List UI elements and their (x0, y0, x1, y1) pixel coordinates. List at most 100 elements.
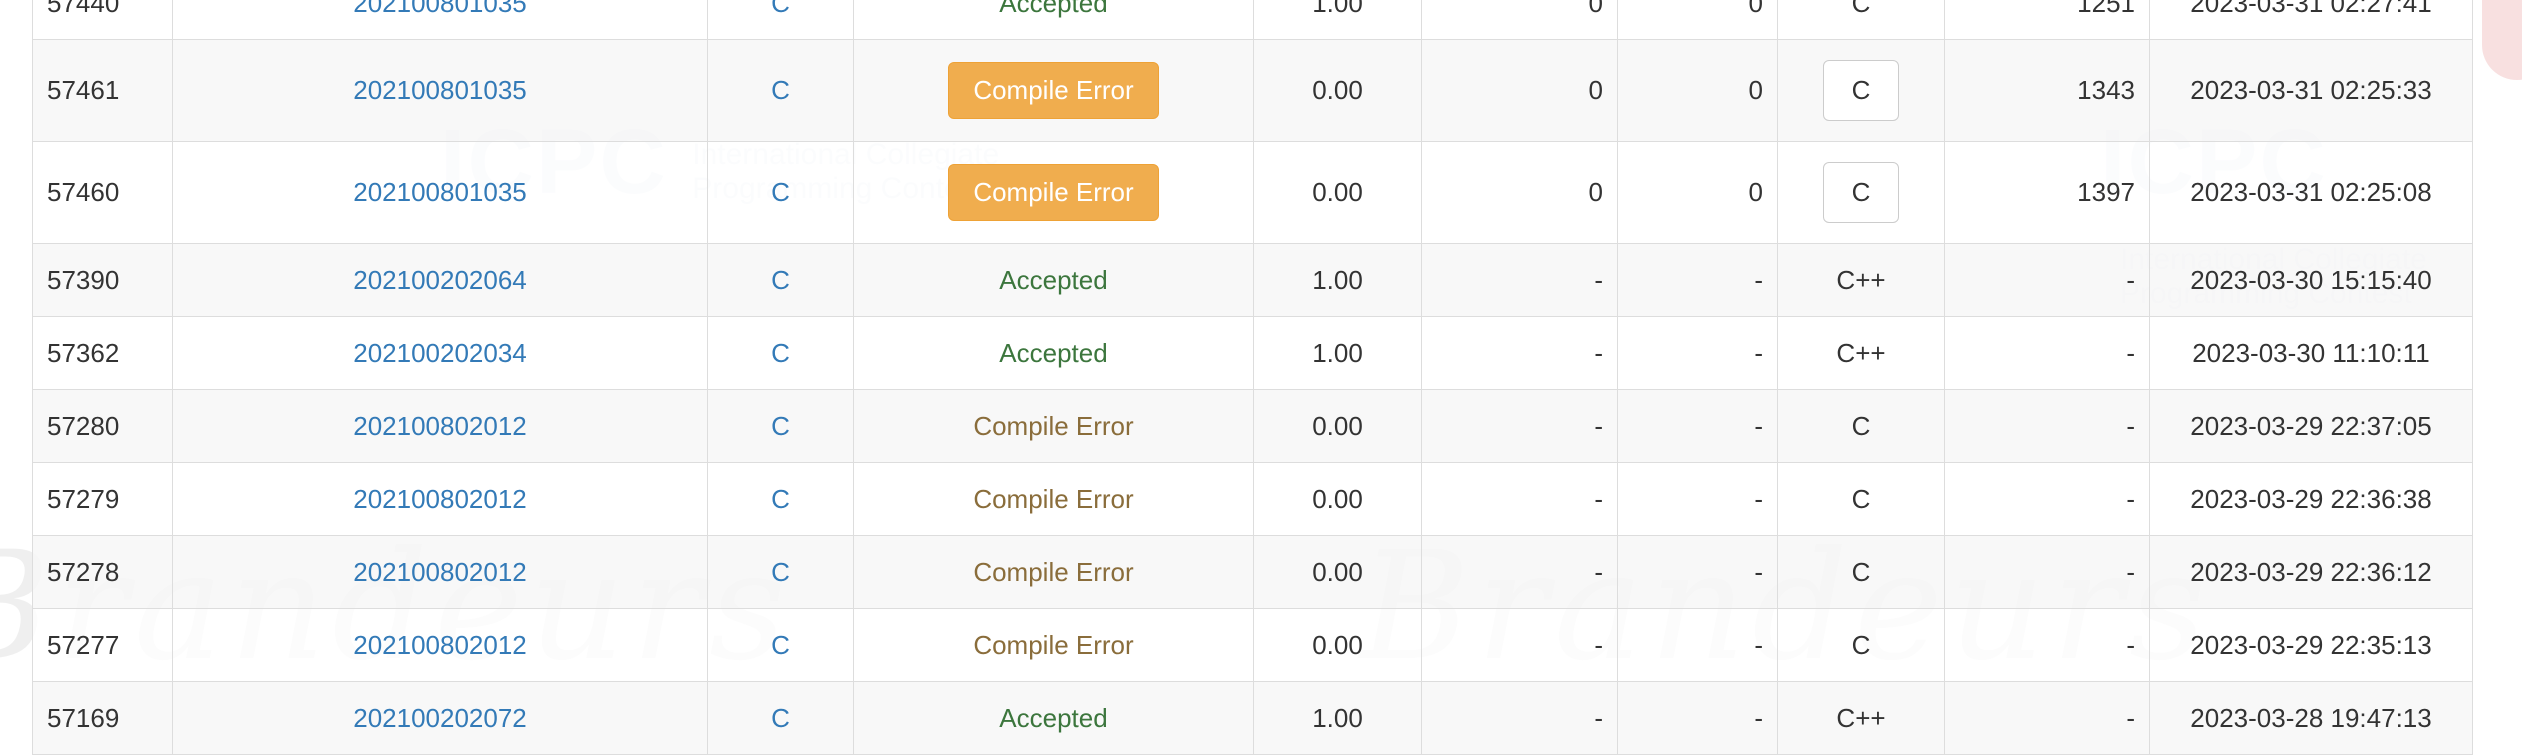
score-cell: 0.00 (1253, 462, 1422, 536)
result-cell: Compile Error (853, 535, 1254, 609)
score-cell: 1.00 (1253, 316, 1422, 390)
table-row: 57461 202100801035 C Compile Error 0.00 0 0 C 13… (32, 39, 2473, 142)
problem-link[interactable]: C (771, 338, 790, 368)
user-link[interactable]: 202100202034 (353, 338, 527, 368)
memory-cell: 0 (1617, 39, 1778, 142)
problem-link[interactable]: C (771, 557, 790, 587)
run-id-cell: 57277 (32, 608, 173, 682)
code-length-cell: - (1944, 681, 2150, 755)
memory: - (1754, 264, 1763, 295)
problem-link[interactable]: C (771, 703, 790, 733)
score: 0.00 (1312, 556, 1363, 587)
user-cell: 202100801035 (172, 39, 708, 142)
run-time: - (1594, 337, 1603, 368)
code-length-cell: 1251 (1944, 0, 2150, 40)
result-cell: Accepted (853, 316, 1254, 390)
run-id: 57277 (47, 629, 120, 660)
score: 1.00 (1312, 337, 1363, 368)
result-cell: Accepted (853, 243, 1254, 317)
code-length-cell: - (1944, 243, 2150, 317)
language: C (1851, 629, 1871, 660)
problem-link[interactable]: C (771, 630, 790, 660)
result-status: Accepted (999, 702, 1108, 733)
table-row: 57279 202100802012 C Compile Error 0.00 - - C - 2… (32, 462, 2473, 536)
problem-link[interactable]: C (771, 177, 790, 207)
submit-time-cell: 2023-03-30 11:10:11 (2149, 316, 2473, 390)
memory: - (1754, 556, 1763, 587)
memory: - (1754, 410, 1763, 441)
result-status: Compile Error (973, 556, 1134, 587)
run-id: 57169 (47, 702, 120, 733)
language-button[interactable]: C (1822, 162, 1900, 223)
submit-time-cell: 2023-03-31 02:25:08 (2149, 141, 2473, 244)
language-cell: C (1777, 535, 1945, 609)
submit-time-cell: 2023-03-31 02:25:33 (2149, 39, 2473, 142)
submit-time-cell: 2023-03-28 19:47:13 (2149, 681, 2473, 755)
score: 0.00 (1312, 410, 1363, 441)
table-row: 57390 202100202064 C Accepted 1.00 - - C++ - 2023… (32, 243, 2473, 317)
score: 0.00 (1312, 629, 1363, 660)
run-id-cell: 57362 (32, 316, 173, 390)
problem-link[interactable]: C (771, 0, 790, 18)
score: 1.00 (1312, 264, 1363, 295)
submit-time-cell: 2023-03-31 02:27:41 (2149, 0, 2473, 40)
code-length: - (2126, 483, 2135, 514)
problem-link[interactable]: C (771, 75, 790, 105)
language: C (1851, 556, 1871, 587)
memory: 0 (1748, 0, 1763, 18)
user-link[interactable]: 202100802012 (353, 630, 527, 660)
user-link[interactable]: 202100202072 (353, 703, 527, 733)
problem-link[interactable]: C (771, 265, 790, 295)
user-link[interactable]: 202100802012 (353, 484, 527, 514)
run-time: - (1594, 629, 1603, 660)
memory-cell: - (1617, 608, 1778, 682)
memory-cell: - (1617, 316, 1778, 390)
code-length-cell: - (1944, 316, 2150, 390)
submit-time: 2023-03-31 02:25:08 (2190, 177, 2432, 207)
language-button[interactable]: C (1822, 60, 1900, 121)
memory: - (1754, 702, 1763, 733)
submit-time: 2023-03-28 19:47:13 (2190, 702, 2432, 733)
table-row: 57440 202100801035 C Accepted 1.00 0 0 C 1251 202… (32, 0, 2473, 40)
table-row: 57280 202100802012 C Compile Error 0.00 - - C - 2… (32, 389, 2473, 463)
result-cell: Compile Error (853, 462, 1254, 536)
language: C++ (1836, 264, 1886, 295)
problem-cell: C (707, 608, 854, 682)
user-link[interactable]: 202100801035 (353, 177, 527, 207)
time-cell: - (1421, 462, 1618, 536)
run-time: - (1594, 702, 1603, 733)
run-time: 0 (1588, 75, 1603, 105)
submit-time-cell: 2023-03-29 22:37:05 (2149, 389, 2473, 463)
user-link[interactable]: 202100801035 (353, 75, 527, 105)
run-time: 0 (1588, 0, 1603, 18)
time-cell: - (1421, 535, 1618, 609)
compile-error-button[interactable]: Compile Error (948, 62, 1159, 119)
result-cell: Compile Error (853, 608, 1254, 682)
language-cell: C (1777, 462, 1945, 536)
language: C (1851, 0, 1871, 18)
user-link[interactable]: 202100202064 (353, 265, 527, 295)
run-id: 57390 (47, 264, 120, 295)
code-length: - (2126, 410, 2135, 441)
user-link[interactable]: 202100801035 (353, 0, 527, 18)
result-status: Accepted (999, 264, 1108, 295)
memory-cell: - (1617, 681, 1778, 755)
user-cell: 202100802012 (172, 608, 708, 682)
result-status: Compile Error (973, 483, 1134, 514)
run-id-cell: 57440 (32, 0, 173, 40)
memory: 0 (1748, 177, 1763, 207)
problem-link[interactable]: C (771, 411, 790, 441)
run-id-cell: 57460 (32, 141, 173, 244)
problem-cell: C (707, 389, 854, 463)
code-length: - (2126, 337, 2135, 368)
memory-cell: 0 (1617, 141, 1778, 244)
score-cell: 1.00 (1253, 0, 1422, 40)
problem-cell: C (707, 39, 854, 142)
problem-link[interactable]: C (771, 484, 790, 514)
language: C++ (1836, 702, 1886, 733)
user-cell: 202100802012 (172, 462, 708, 536)
user-link[interactable]: 202100802012 (353, 557, 527, 587)
user-cell: 202100801035 (172, 141, 708, 244)
user-link[interactable]: 202100802012 (353, 411, 527, 441)
compile-error-button[interactable]: Compile Error (948, 164, 1159, 221)
